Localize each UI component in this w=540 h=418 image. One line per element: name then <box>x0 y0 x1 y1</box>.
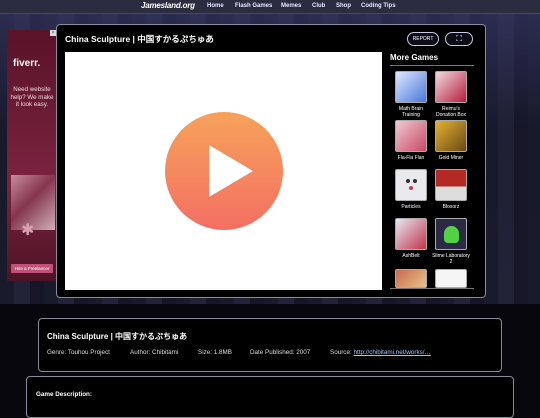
game-tile-label[interactable]: Math Brain Training <box>392 106 430 118</box>
game-thumbnail[interactable] <box>435 120 467 152</box>
game-thumbnail[interactable] <box>395 218 427 250</box>
particle-dot <box>413 179 417 183</box>
game-tile-gold-miner[interactable]: Gold Miner <box>432 120 470 161</box>
game-tile-bloxorz[interactable]: Bloxorz <box>432 169 470 210</box>
game-tile-label[interactable]: Slime Laboratory 2 <box>432 253 470 265</box>
fullscreen-button[interactable]: ⛶ <box>445 32 473 46</box>
source-field: Source: http://chibitami.net/works/… <box>330 349 431 356</box>
game-player[interactable] <box>65 52 382 290</box>
genre-field: Genre: Touhou Project <box>47 349 110 356</box>
game-thumbnail[interactable] <box>395 269 427 288</box>
report-button[interactable]: REPORT <box>407 32 439 46</box>
size-field: Size: 1.8MB <box>198 349 232 356</box>
game-tile-label[interactable]: Gold Miner <box>432 155 470 161</box>
nav-home[interactable]: Home <box>207 3 224 9</box>
game-tile-fla-fla-flan[interactable]: Fla-Fla Flan <box>392 120 430 161</box>
game-tile-partial[interactable] <box>392 269 430 288</box>
game-thumbnail[interactable] <box>435 169 467 201</box>
info-title: China Sculpture | 中国すかるぷちゅあ <box>47 332 188 341</box>
game-tile-label[interactable]: AshBelt <box>392 253 430 259</box>
nav-shop[interactable]: Shop <box>336 3 351 9</box>
game-tile-label[interactable]: Fla-Fla Flan <box>392 155 430 161</box>
game-thumbnail[interactable] <box>435 218 467 250</box>
more-games-title: More Games <box>390 53 439 62</box>
nav-memes[interactable]: Memes <box>281 3 301 9</box>
fullscreen-icon: ⛶ <box>456 34 462 43</box>
game-thumbnail[interactable] <box>435 269 467 288</box>
advertisement-banner[interactable]: × fiverr. Need website help? We make it … <box>7 30 56 281</box>
game-info-panel: China Sculpture | 中国すかるぷちゅあ Genre: Touho… <box>38 318 502 372</box>
top-nav-bar: Jamesland.org Home Flash Games Memes Clu… <box>0 0 540 14</box>
game-tile-math-brain-training[interactable]: Math Brain Training <box>392 71 430 118</box>
game-panel: China Sculpture | 中国すかるぷちゅあ REPORT ⛶ Mor… <box>56 24 486 298</box>
game-thumbnail[interactable] <box>395 120 427 152</box>
game-tile-label[interactable]: Reimu's Donation Box <box>432 106 470 118</box>
report-label: REPORT <box>412 36 434 42</box>
game-description-panel: Game Description: <box>26 376 514 418</box>
source-label: Source: <box>330 349 352 356</box>
play-icon <box>209 145 253 197</box>
source-link[interactable]: http://chibitami.net/works/… <box>353 349 430 356</box>
game-tile-slime-laboratory-2[interactable]: Slime Laboratory 2 <box>432 218 470 265</box>
site-logo[interactable]: Jamesland.org <box>141 1 195 10</box>
game-tile-label[interactable]: Particles <box>392 204 430 210</box>
game-thumbnail[interactable] <box>395 169 427 201</box>
ad-copy: Need website help? We make it look easy. <box>10 86 54 108</box>
slime-figure <box>444 226 459 243</box>
nav-flash-games[interactable]: Flash Games <box>235 3 272 9</box>
author-field: Author: Chibitami <box>130 349 179 356</box>
particle-dot <box>409 186 413 190</box>
game-tile-ashbelt[interactable]: AshBelt <box>392 218 430 259</box>
date-field: Date Published: 2007 <box>250 349 311 356</box>
description-heading: Game Description: <box>36 391 92 398</box>
nav-club[interactable]: Club <box>312 3 325 9</box>
game-title: China Sculpture | 中国すかるぷちゅあ <box>65 34 214 44</box>
more-games-sidebar: More Games Math Brain Training Reimu's D… <box>388 52 476 290</box>
game-tile-label[interactable]: Bloxorz <box>432 204 470 210</box>
divider <box>390 65 474 66</box>
game-tile-reimus-donation-box[interactable]: Reimu's Donation Box <box>432 71 470 118</box>
divider <box>390 288 474 289</box>
game-tile-particles[interactable]: Particles <box>392 169 430 210</box>
game-thumbnail[interactable] <box>395 71 427 103</box>
play-button[interactable] <box>165 112 283 230</box>
ad-cta-button[interactable]: Hire a Freelancer <box>11 264 53 273</box>
ad-star-icon: ✱ <box>21 222 35 239</box>
game-thumbnail[interactable] <box>435 71 467 103</box>
game-tile-partial[interactable] <box>432 269 470 288</box>
ad-brand: fiverr. <box>13 58 41 69</box>
nav-coding-tips[interactable]: Coding Tips <box>361 3 396 9</box>
particle-dot <box>406 179 410 183</box>
